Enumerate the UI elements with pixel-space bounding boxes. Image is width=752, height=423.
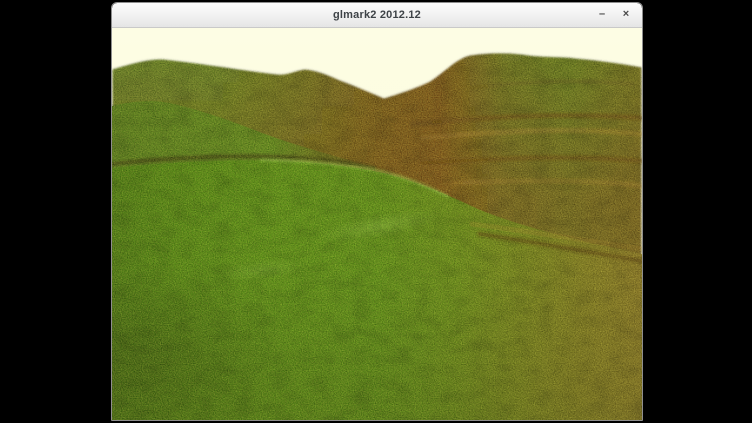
close-button[interactable]: × [618, 3, 634, 27]
titlebar[interactable]: glmark2 2012.12 – × [112, 3, 642, 28]
terrain [112, 53, 642, 421]
desktop-background: glmark2 2012.12 – × [0, 0, 752, 423]
window-title: glmark2 2012.12 [112, 3, 642, 27]
minimize-button[interactable]: – [594, 3, 610, 27]
glmark2-window: glmark2 2012.12 – × [111, 2, 643, 421]
terrain-render-viewport [112, 28, 642, 421]
